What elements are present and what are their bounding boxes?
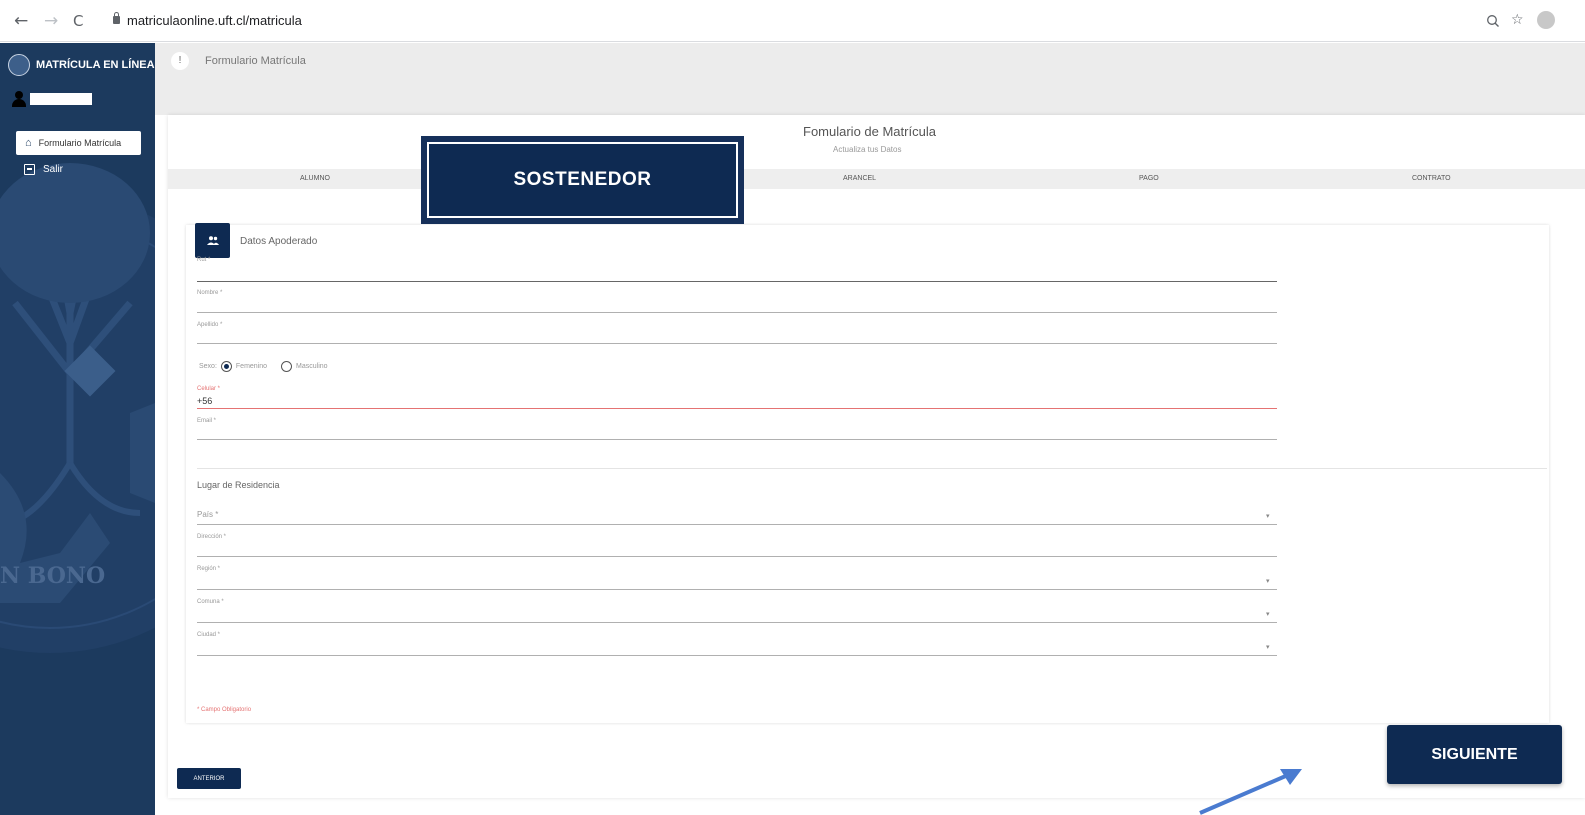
info-icon[interactable]: ! — [171, 52, 189, 70]
exit-icon — [24, 164, 35, 175]
user-row — [12, 91, 92, 107]
celular-label: Celular * — [197, 386, 221, 392]
chevron-down-icon: ▾ — [1266, 513, 1270, 520]
region-label: Región * — [197, 566, 221, 572]
university-logo — [8, 54, 30, 76]
brand: MATRÍCULA EN LÍNEA — [8, 54, 155, 76]
brand-title: MATRÍCULA EN LÍNEA — [36, 59, 155, 71]
region-select[interactable] — [197, 589, 1277, 590]
comuna-select[interactable] — [197, 622, 1277, 623]
reload-icon[interactable]: C — [73, 12, 83, 30]
anterior-button[interactable]: ANTERIOR — [177, 768, 241, 789]
browser-toolbar: ← → C matriculaonline.uft.cl/matricula ☆ — [0, 0, 1585, 42]
comuna-label: Comuna * — [197, 599, 224, 605]
radio-masculino[interactable] — [281, 361, 293, 372]
direccion-field[interactable] — [197, 556, 1277, 557]
back-arrow-icon[interactable]: ← — [14, 11, 28, 31]
sidebar-item-label: Formulario Matrícula — [38, 138, 122, 148]
step-alumno[interactable]: ALUMNO — [300, 175, 330, 182]
rut-label: Rut * — [197, 257, 211, 263]
sidebar-watermark-text: N BONO — [0, 563, 105, 589]
residence-title: Lugar de Residencia — [197, 480, 280, 490]
apellido-label: Apellido * — [197, 322, 223, 328]
form-panel — [186, 225, 1549, 723]
section-divider — [197, 468, 1547, 469]
chevron-down-icon: ▾ — [1266, 578, 1270, 585]
required-note: * Campo Obligatorio — [197, 707, 252, 713]
user-icon — [12, 91, 26, 107]
profile-avatar[interactable] — [1537, 11, 1555, 29]
nombre-field[interactable] — [197, 312, 1277, 313]
page-title: Fomulario de Matrícula — [803, 124, 936, 139]
sidebar-item-formulario[interactable]: ⌂ Formulario Matrícula — [16, 131, 141, 155]
direccion-label: Dirección * — [197, 534, 227, 540]
top-header — [155, 43, 1585, 115]
nombre-label: Nombre * — [197, 290, 223, 296]
tree-watermark: N BONO — [0, 163, 155, 653]
chevron-down-icon: ▾ — [1266, 644, 1270, 651]
step-arancel[interactable]: ARANCEL — [843, 175, 876, 182]
apellido-field[interactable] — [197, 343, 1277, 344]
celular-value: +56 — [197, 396, 213, 406]
step-contrato[interactable]: CONTRATO — [1412, 175, 1451, 182]
sidebar-item-label: Salir — [43, 164, 64, 175]
step-pago[interactable]: PAGO — [1139, 175, 1159, 182]
lock-icon — [113, 12, 120, 24]
celular-field[interactable] — [197, 408, 1277, 409]
pais-select[interactable] — [197, 524, 1277, 525]
annotation-arrow — [1199, 769, 1302, 815]
radio-femenino[interactable] — [220, 361, 232, 372]
people-icon — [195, 223, 230, 258]
chevron-down-icon: ▾ — [1266, 611, 1270, 618]
breadcrumb: Formulario Matrícula — [205, 55, 306, 67]
radio-femenino-label: Femenino — [235, 363, 268, 370]
sidebar-item-salir[interactable]: Salir — [24, 164, 63, 175]
star-icon[interactable]: ☆ — [1511, 12, 1524, 28]
page-subtitle: Actualiza tus Datos — [833, 145, 902, 154]
user-name-redacted — [30, 93, 92, 105]
email-label: Email * — [197, 418, 217, 424]
sidebar: N BONO MATRÍCULA EN LÍNEA ⌂ Formulario M… — [0, 43, 155, 815]
rut-field[interactable] — [197, 281, 1277, 282]
panel-title: Datos Apoderado — [240, 236, 318, 247]
siguiente-button[interactable]: SIGUIENTE — [1387, 725, 1562, 784]
stepper — [168, 169, 1585, 189]
home-icon: ⌂ — [25, 137, 32, 149]
sexo-label: Sexo: — [199, 363, 217, 370]
ciudad-label: Ciudad * — [197, 632, 221, 638]
callout-label: SOSTENEDOR — [427, 142, 738, 218]
radio-masculino-label: Masculino — [296, 363, 328, 370]
email-field[interactable] — [197, 439, 1277, 440]
pais-label: País * — [197, 510, 219, 519]
ciudad-select[interactable] — [197, 655, 1277, 656]
step-sostenedor-callout[interactable]: SOSTENEDOR — [421, 136, 744, 224]
sexo-group: Sexo: Femenino Masculino — [199, 361, 328, 372]
forward-arrow-icon[interactable]: → — [44, 11, 58, 31]
address-bar[interactable]: matriculaonline.uft.cl/matricula — [127, 13, 302, 28]
magnifier-icon[interactable] — [1486, 14, 1500, 28]
